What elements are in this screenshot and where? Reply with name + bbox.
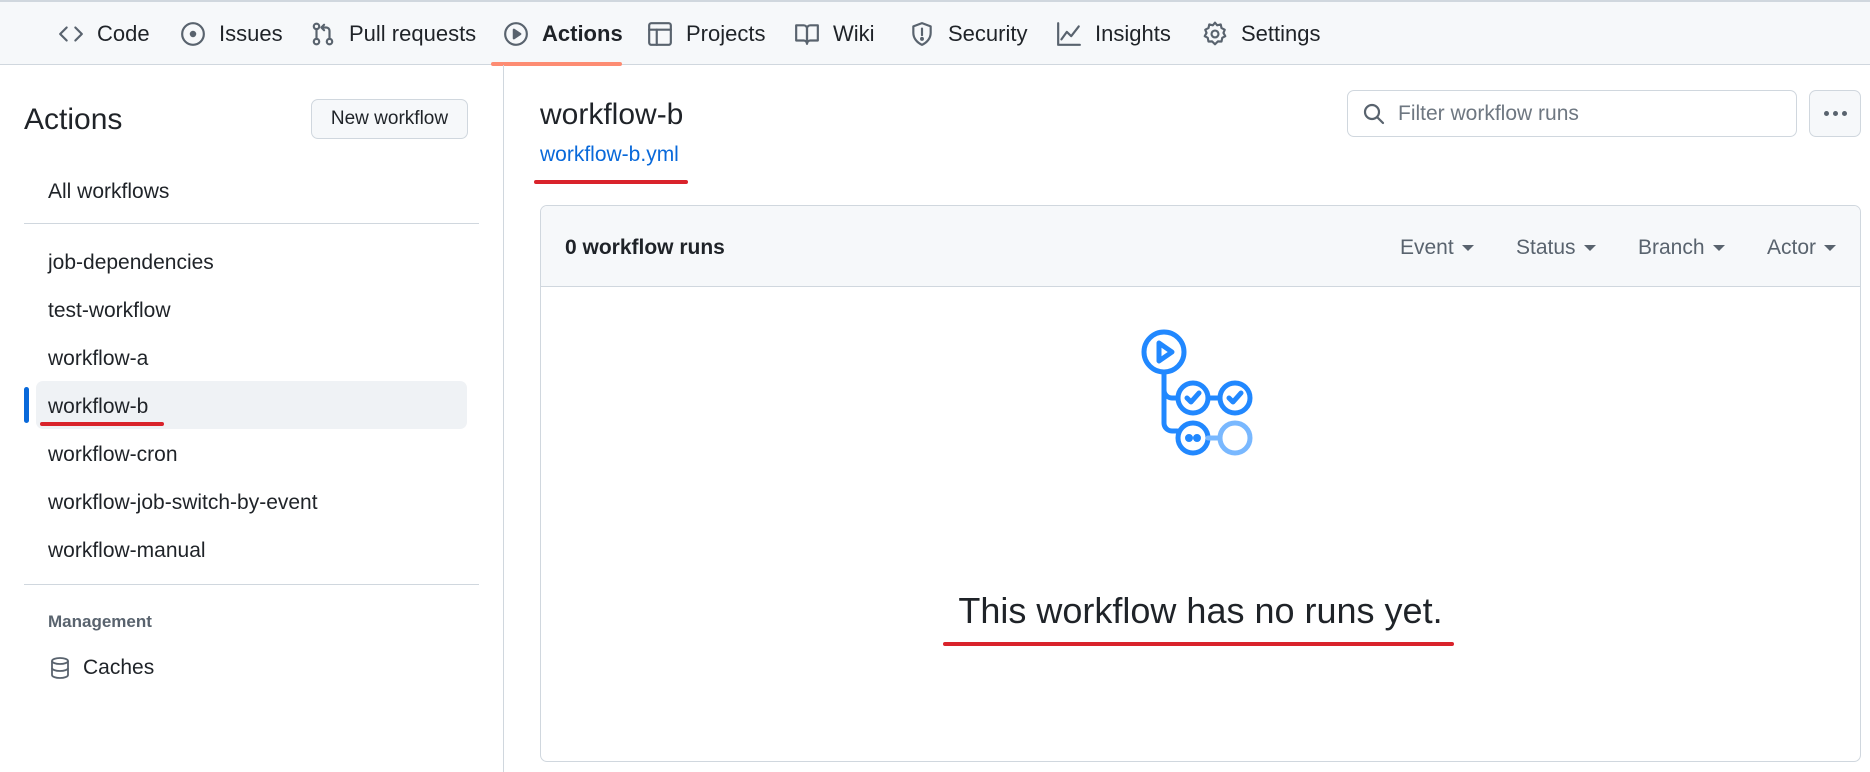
workflow-empty-icon: [1141, 329, 1253, 456]
management-heading: Management: [48, 612, 152, 631]
sidebar-item-test-workflow[interactable]: test-workflow: [48, 299, 171, 323]
tab-label: Code: [97, 20, 150, 46]
tab-settings[interactable]: Settings: [1202, 2, 1321, 65]
dropdown-label: Branch: [1638, 236, 1705, 259]
sidebar-item-workflow-job-switch-by-event[interactable]: workflow-job-switch-by-event: [48, 491, 318, 515]
code-icon: [59, 25, 83, 42]
sidebar-item-job-dependencies[interactable]: job-dependencies: [48, 251, 214, 275]
sidebar-item-workflow-manual[interactable]: workflow-manual: [48, 539, 206, 563]
workflow-runs-panel: 0 workflow runs Event Status Branch Acto…: [540, 205, 1861, 762]
annotation-underline: [534, 180, 688, 184]
graph-icon: [1057, 21, 1081, 46]
sidebar-item-workflow-b[interactable]: workflow-b: [48, 395, 148, 419]
dropdown-label: Actor: [1767, 236, 1817, 259]
tab-wiki[interactable]: Wiki: [794, 2, 875, 65]
tab-label: Wiki: [833, 20, 875, 46]
git-pull-request-icon: [312, 22, 334, 45]
empty-state-title: This workflow has no runs yet.: [958, 590, 1443, 631]
new-workflow-button[interactable]: New workflow: [311, 99, 468, 139]
repo-nav: Code Issues Pull requests Actions Projec…: [0, 0, 1870, 66]
workflow-file-link[interactable]: workflow-b.yml: [540, 143, 679, 167]
tab-label: Insights: [1095, 20, 1171, 46]
sidebar-divider: [503, 65, 504, 772]
triangle-down-icon: [1583, 245, 1596, 251]
annotation-underline: [943, 642, 1454, 646]
sidebar-divider: [24, 584, 479, 585]
search-input[interactable]: [1398, 101, 1778, 126]
sidebar-item-workflow-a[interactable]: workflow-a: [48, 347, 148, 371]
search-icon: [1363, 103, 1385, 124]
sidebar-title: Actions: [24, 103, 123, 136]
filter-workflow-runs[interactable]: [1347, 90, 1797, 137]
shield-icon: [912, 21, 932, 46]
tab-label: Pull requests: [349, 20, 477, 46]
gear-icon: [1203, 21, 1227, 45]
sidebar-item-workflow-cron[interactable]: workflow-cron: [48, 443, 178, 467]
tab-actions[interactable]: Actions: [503, 2, 623, 65]
tab-label: Issues: [219, 20, 283, 46]
tab-code[interactable]: Code: [58, 2, 150, 65]
caches-label: Caches: [83, 656, 155, 679]
triangle-down-icon: [1824, 245, 1837, 251]
dropdown-label: Status: [1516, 236, 1576, 259]
tab-security[interactable]: Security: [909, 2, 1027, 65]
tab-insights[interactable]: Insights: [1056, 2, 1171, 65]
runs-header: 0 workflow runs Event Status Branch Acto…: [541, 206, 1860, 287]
triangle-down-icon: [1712, 245, 1725, 251]
tab-projects[interactable]: Projects: [647, 2, 765, 65]
branch-filter-dropdown[interactable]: Branch: [1638, 236, 1725, 260]
event-filter-dropdown[interactable]: Event: [1400, 236, 1474, 260]
triangle-down-icon: [1461, 245, 1474, 251]
tab-label: Projects: [686, 20, 766, 46]
sidebar-divider: [24, 223, 479, 224]
tab-label: Settings: [1241, 20, 1321, 46]
workflow-title: workflow-b: [540, 98, 684, 131]
tab-label: Actions: [542, 20, 623, 46]
status-filter-dropdown[interactable]: Status: [1516, 236, 1596, 260]
tab-label: Security: [948, 20, 1028, 46]
table-icon: [648, 21, 672, 46]
dropdown-label: Event: [1400, 236, 1454, 259]
issue-opened-icon: [181, 21, 205, 46]
runs-count: 0 workflow runs: [565, 236, 725, 259]
actor-filter-dropdown[interactable]: Actor: [1767, 236, 1837, 260]
annotation-underline: [40, 422, 164, 426]
database-icon: [51, 657, 69, 679]
sidebar-item-all-workflows[interactable]: All workflows: [48, 180, 169, 204]
tab-pull-requests[interactable]: Pull requests: [310, 2, 476, 65]
kebab-horizontal-icon[interactable]: [1809, 90, 1861, 137]
sidebar-item-caches[interactable]: Caches: [48, 656, 154, 680]
book-icon: [795, 23, 819, 45]
active-tab-indicator: [491, 62, 622, 66]
sidebar-selected-indicator: [24, 387, 29, 423]
play-icon: [504, 21, 528, 46]
tab-issues[interactable]: Issues: [180, 2, 283, 65]
